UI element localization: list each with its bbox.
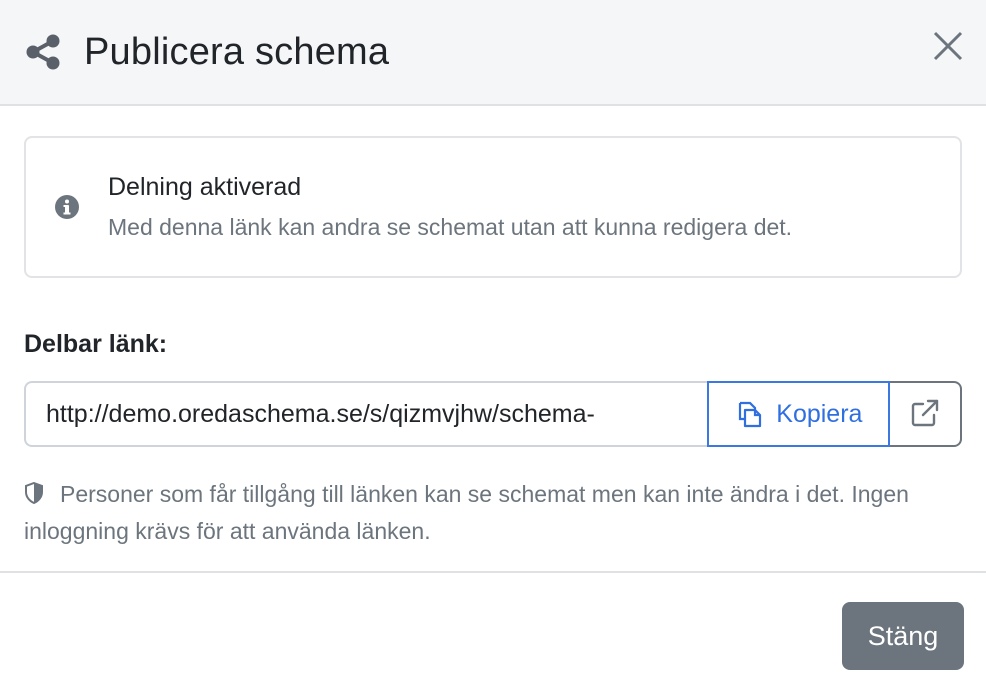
close-icon[interactable] bbox=[930, 28, 966, 64]
publish-schedule-modal: Publicera schema Delning aktiverad Med d… bbox=[0, 0, 986, 688]
modal-title: Publicera schema bbox=[84, 30, 390, 73]
modal-body: Delning aktiverad Med denna länk kan and… bbox=[0, 106, 986, 549]
sharing-info-alert: Delning aktiverad Med denna länk kan and… bbox=[24, 136, 962, 278]
share-link-input[interactable] bbox=[24, 381, 707, 447]
modal-footer: Stäng bbox=[0, 571, 986, 688]
external-link-icon bbox=[910, 398, 940, 431]
share-note: Personer som får tillgång till länken ka… bbox=[24, 477, 962, 549]
copy-link-button[interactable]: Kopiera bbox=[706, 381, 891, 447]
share-icon bbox=[24, 33, 62, 71]
close-button[interactable]: Stäng bbox=[842, 602, 964, 670]
info-text: Delning aktiverad Med denna länk kan and… bbox=[108, 173, 792, 241]
info-description: Med denna länk kan andra se schemat utan… bbox=[108, 214, 793, 240]
share-link-label: Delbar länk: bbox=[24, 330, 168, 358]
share-note-text: Personer som får tillgång till länken ka… bbox=[24, 481, 909, 544]
copy-button-label: Kopiera bbox=[776, 399, 863, 428]
modal-header: Publicera schema bbox=[0, 0, 986, 106]
copy-icon bbox=[734, 400, 762, 428]
open-link-button[interactable] bbox=[890, 381, 962, 447]
info-circle-icon bbox=[52, 192, 82, 222]
shield-icon bbox=[24, 479, 44, 514]
share-link-group: Kopiera bbox=[24, 381, 962, 447]
info-title: Delning aktiverad bbox=[108, 173, 302, 201]
